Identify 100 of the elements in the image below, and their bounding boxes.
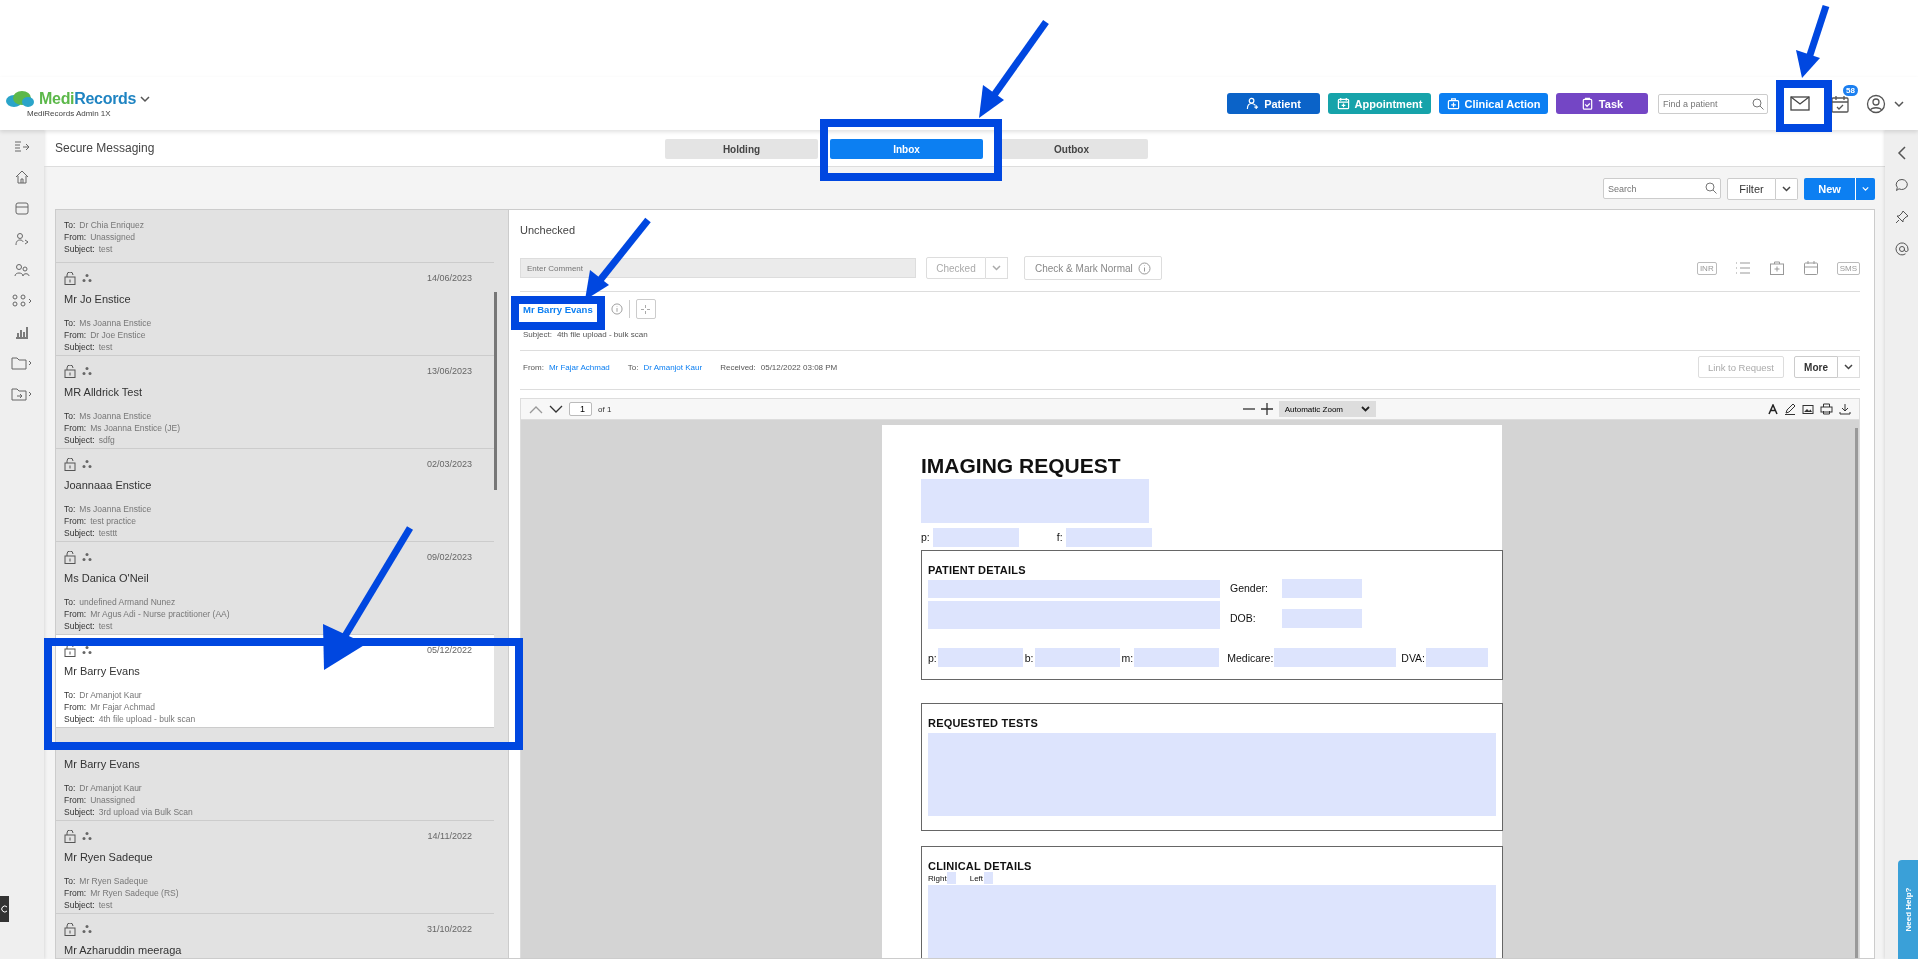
form-field[interactable] (928, 733, 1496, 816)
comment-field[interactable]: Enter Comment (520, 258, 916, 278)
chart-icon[interactable] (14, 324, 30, 340)
folder-icon[interactable] (11, 355, 33, 371)
list-icon[interactable] (1734, 261, 1751, 275)
at-sign-icon[interactable] (1894, 242, 1909, 256)
zoom-dropdown[interactable]: Automatic Zoom (1278, 401, 1376, 417)
field-value: Ms Joanna Enstice (JE) (90, 423, 180, 433)
form-field[interactable] (1426, 648, 1489, 667)
side-tab[interactable] (0, 896, 9, 922)
filter-dropdown-button[interactable] (1776, 178, 1798, 200)
mail-icon[interactable] (1790, 96, 1810, 111)
filter-button[interactable]: Filter (1727, 178, 1776, 200)
message-item[interactable]: 14/06/2023 Mr Jo Enstice To: Ms Joanna Enstice From: Dr Joe Enstice Subject: test (56, 263, 494, 356)
message-item[interactable]: Mr Barry Evans To: Dr Amanjot Kaur From: Unassigned Subject: 3rd upload via Bulk Scan (56, 728, 494, 821)
sender-name: MR Alldrick Test (64, 386, 144, 398)
lock-icon (64, 829, 76, 843)
new-dropdown-button[interactable] (1855, 178, 1875, 200)
image-icon[interactable] (1802, 403, 1814, 415)
chevron-up-icon[interactable] (529, 404, 543, 414)
search-field[interactable]: Search (1603, 178, 1721, 199)
chevron-down-icon[interactable] (549, 404, 563, 414)
people-icon[interactable] (14, 231, 30, 247)
medical-kit-icon[interactable] (1768, 260, 1785, 276)
form-field[interactable] (921, 479, 1149, 523)
scrollbar-thumb[interactable] (1855, 428, 1858, 958)
sparkle-button[interactable] (635, 299, 656, 319)
info-icon[interactable] (610, 303, 623, 315)
new-button[interactable]: New (1804, 178, 1855, 200)
form-field[interactable] (946, 872, 956, 884)
field-label: Subject: (64, 244, 95, 254)
form-field[interactable] (928, 601, 1220, 629)
more-button[interactable]: More (1794, 356, 1838, 378)
form-field[interactable] (1134, 648, 1220, 667)
received-date: 05/12/2022 03:08 PM (760, 362, 838, 372)
chat-icon[interactable] (1894, 178, 1909, 192)
field-label: p: (928, 651, 937, 664)
scrollbar-thumb[interactable] (494, 292, 497, 490)
form-field[interactable] (1034, 648, 1120, 667)
download-icon[interactable] (1839, 403, 1851, 415)
print-icon[interactable] (1820, 403, 1833, 415)
groups-icon[interactable] (11, 293, 33, 309)
message-item[interactable]: 14/11/2022 Mr Ryen Sadeque To: Mr Ryen Sadeque From: Mr Ryen Sadeque (RS) Subject: test (56, 821, 494, 914)
user-group-icon[interactable] (14, 262, 30, 278)
network-icon (82, 273, 92, 283)
message-date: 14/11/2022 (427, 831, 472, 841)
sender-name: Mr Azharuddin meeraga (64, 944, 183, 956)
zoom-in-icon[interactable] (1260, 403, 1273, 415)
form-field[interactable] (1282, 608, 1362, 628)
sender-name: Joannaaa Enstice (64, 479, 153, 491)
form-field[interactable] (1282, 578, 1362, 598)
refresh-icon (0, 904, 9, 914)
check-mark-normal-button[interactable]: Check & Mark Normal (1024, 256, 1162, 280)
calendar-icon[interactable] (1802, 260, 1819, 276)
cloud-logo-icon (5, 89, 35, 108)
sender-link[interactable]: Mr Fajar Achmad (548, 362, 610, 372)
chevron-down-icon[interactable] (140, 94, 151, 103)
recipient-link[interactable]: Dr Amanjot Kaur (643, 362, 703, 372)
form-field[interactable] (1065, 527, 1152, 547)
expand-menu-icon[interactable] (14, 140, 30, 154)
message-item[interactable]: 13/06/2023 MR Alldrick Test To: Ms Joanna Enstice From: Ms Joanna Enstice (JE) Subject: sdfg (56, 356, 494, 449)
home-icon[interactable] (14, 169, 30, 185)
chevron-left-icon[interactable] (1896, 146, 1907, 160)
calendar-icon[interactable] (14, 200, 30, 216)
pencil-icon[interactable] (1784, 403, 1796, 415)
caret-icon (1782, 186, 1791, 192)
patient-button[interactable]: Patient (1227, 93, 1320, 114)
user-avatar-icon[interactable] (1866, 93, 1886, 114)
tab[interactable]: Inbox (830, 139, 983, 159)
message-item[interactable]: 02/03/2023 Joannaaa Enstice To: Ms Joanna Enstice From: test practice Subject: testtt (56, 449, 494, 542)
patient-search-field[interactable]: Find a patient (1658, 93, 1768, 114)
field-value: test (98, 342, 113, 352)
calendar-check-icon[interactable] (1830, 93, 1850, 114)
form-field[interactable] (984, 872, 994, 884)
page-number-field[interactable]: 1 (569, 402, 592, 416)
form-field[interactable] (937, 648, 1023, 667)
field-value: Unassigned (90, 795, 136, 805)
task-button[interactable]: Task (1556, 93, 1648, 114)
folder-share-icon[interactable] (11, 386, 33, 402)
sender-name: Mr Barry Evans (64, 758, 141, 770)
network-icon (82, 645, 92, 655)
clinical-button[interactable]: Clinical Action (1439, 93, 1548, 114)
message-date: 09/02/2023 (426, 552, 472, 562)
patient-link[interactable]: Mr Barry Evans (523, 303, 593, 315)
form-field[interactable] (932, 527, 1019, 547)
more-dropdown-button[interactable] (1838, 356, 1860, 378)
message-item[interactable]: 31/10/2022 Mr Azharuddin meeraga (56, 914, 494, 958)
field-label: From: (64, 423, 87, 433)
form-field[interactable] (1274, 648, 1397, 667)
field-value: sdfg (98, 435, 115, 445)
message-item[interactable]: 05/12/2022 Mr Barry Evans To: Dr Amanjot Kaur From: Mr Fajar Achmad Subject: 4th file upload - bulk scan (56, 635, 494, 728)
pin-icon[interactable] (1894, 210, 1909, 224)
tab[interactable]: Holding (665, 139, 818, 159)
text-tool-icon[interactable] (1768, 403, 1778, 415)
form-field[interactable] (928, 580, 1220, 598)
chevron-down-icon[interactable] (1894, 99, 1904, 108)
caret-icon (1862, 186, 1869, 192)
lock-icon (64, 457, 76, 471)
field-label: Gender: (1230, 582, 1269, 594)
message-item[interactable]: To: Dr Chia Enriquez From: Unassigned Subject: test (56, 210, 494, 263)
